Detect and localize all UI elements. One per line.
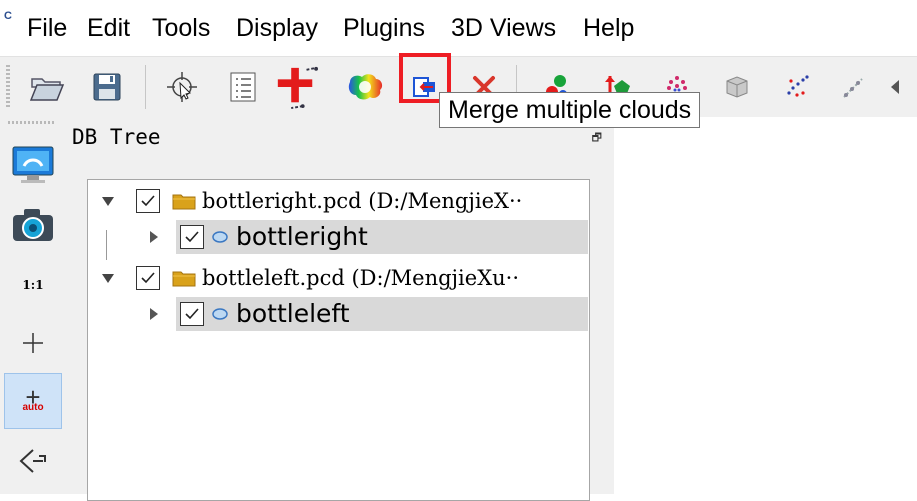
app-logo-icon: C xyxy=(4,10,12,22)
checkbox-checked[interactable] xyxy=(180,225,204,249)
auto-label: auto xyxy=(22,402,44,413)
scatter-icon[interactable] xyxy=(832,65,876,109)
view-toolbar: 1:1 + auto xyxy=(0,117,66,494)
folder-icon xyxy=(172,194,196,210)
menu-bar: C File Edit Tools Display Plugins 3D Vie… xyxy=(0,0,917,56)
menu-help[interactable]: Help xyxy=(583,13,634,43)
noise-filter-icon[interactable] xyxy=(775,65,819,109)
tree-item-label: bottleleft.pcd (D:/MengjieXu·· xyxy=(202,266,520,290)
collapse-arrow-icon[interactable] xyxy=(150,231,158,243)
menu-edit[interactable]: Edit xyxy=(87,13,130,43)
tree-item-label: bottleright.pcd (D:/MengjieX·· xyxy=(202,189,523,213)
merge-clouds-tooltip: Merge multiple clouds xyxy=(439,92,701,128)
3d-view-area[interactable] xyxy=(614,117,917,494)
zoom-one-to-one-button[interactable]: 1:1 xyxy=(4,257,62,313)
menu-plugins[interactable]: Plugins xyxy=(343,13,425,43)
checkbox-checked[interactable] xyxy=(136,266,160,290)
auto-pivot-button[interactable]: + auto xyxy=(4,373,62,429)
toolbar-handle[interactable] xyxy=(6,65,10,109)
translate-rotate-icon[interactable] xyxy=(274,65,318,109)
tree-item-bottleright-pcd[interactable]: bottleright.pcd (D:/MengjieX·· xyxy=(88,184,588,218)
crosshair-icon[interactable] xyxy=(4,315,62,371)
menu-display[interactable]: Display xyxy=(236,13,318,43)
db-tree-title: DB Tree xyxy=(72,125,161,149)
expand-arrow-icon[interactable] xyxy=(102,197,114,206)
tree-item-bottleleft-pcd[interactable]: bottleleft.pcd (D:/MengjieXu·· xyxy=(88,261,588,295)
db-tree-dock: DB Tree 🗗 bottleright.pcd (D:/MengjieX··… xyxy=(66,117,614,501)
checkbox-checked[interactable] xyxy=(136,189,160,213)
mesh-icon[interactable] xyxy=(715,65,759,109)
menu-tools[interactable]: Tools xyxy=(152,13,210,43)
toolbar-overflow-icon[interactable] xyxy=(880,65,910,109)
one-to-one-label: 1:1 xyxy=(22,278,44,292)
tree-item-bottleright-cloud[interactable]: bottleright xyxy=(150,220,588,254)
point-cloud-icon xyxy=(212,231,228,243)
collapse-arrow-icon[interactable] xyxy=(150,308,158,320)
perspective-icon[interactable] xyxy=(4,433,62,489)
folder-icon xyxy=(172,271,196,287)
db-tree-panel[interactable]: bottleright.pcd (D:/MengjieX·· bottlerig… xyxy=(87,179,590,501)
view-toolbar-handle[interactable] xyxy=(8,121,56,124)
open-folder-icon[interactable] xyxy=(25,65,69,109)
tree-item-bottleleft-cloud[interactable]: bottleleft xyxy=(150,297,588,331)
menu-3d-views[interactable]: 3D Views xyxy=(451,13,556,43)
checkbox-checked[interactable] xyxy=(180,302,204,326)
point-cloud-icon xyxy=(212,308,228,320)
tree-branch-line xyxy=(106,230,107,260)
expand-arrow-icon[interactable] xyxy=(102,274,114,283)
menu-file[interactable]: File xyxy=(27,13,67,43)
pointer-target-icon[interactable] xyxy=(160,65,204,109)
tree-item-label: bottleleft xyxy=(236,299,350,328)
color-scalar-cloud-icon[interactable] xyxy=(343,65,387,109)
tree-item-label: bottleright xyxy=(236,222,368,251)
list-properties-icon[interactable] xyxy=(221,65,265,109)
monitor-view-icon[interactable] xyxy=(4,137,62,193)
save-floppy-icon[interactable] xyxy=(85,65,129,109)
dock-float-icon[interactable]: 🗗 xyxy=(592,129,602,148)
camera-icon[interactable] xyxy=(4,197,62,253)
